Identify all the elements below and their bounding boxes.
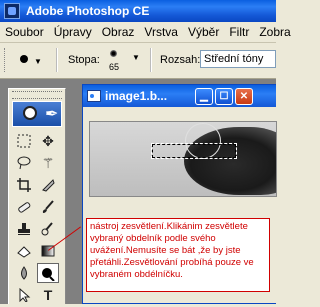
toolbox-grip[interactable]: [12, 91, 62, 99]
menu-item-vrstva[interactable]: Vrstva: [139, 25, 183, 39]
image-canvas[interactable]: [89, 121, 277, 197]
move-icon[interactable]: ✥: [37, 131, 59, 151]
blur-icon[interactable]: [13, 263, 35, 283]
slice-icon[interactable]: [37, 175, 59, 195]
crop-icon[interactable]: [13, 175, 35, 195]
path-select-icon[interactable]: [13, 285, 35, 305]
menu-item-zobrazeni[interactable]: Zobra: [254, 25, 295, 39]
brush-size-value: 65: [109, 62, 120, 72]
type-icon[interactable]: T: [37, 285, 59, 305]
menu-bar: Soubor Úpravy Obraz Vrstva Výběr Filtr Z…: [0, 22, 291, 43]
toolbox-panel: ✒ ✥ ⚚ T: [8, 88, 66, 304]
options-bar: ▼ Stopa: 65 ▼ Rozsah: Střední tóny: [0, 43, 276, 79]
selection-marquee: [151, 143, 237, 159]
chevron-down-icon: ▼: [34, 57, 42, 66]
brush-icon[interactable]: [37, 197, 59, 217]
marquee-icon[interactable]: [13, 131, 35, 151]
history-brush-icon[interactable]: [37, 219, 59, 239]
options-separator: [150, 48, 152, 72]
menu-item-upravy[interactable]: Úpravy: [49, 25, 97, 39]
brush-picker-chevron-icon[interactable]: ▼: [132, 53, 140, 62]
dodge-tool-preset-icon: [20, 55, 28, 63]
brush-label: Stopa:: [68, 54, 100, 66]
menu-item-soubor[interactable]: Soubor: [0, 25, 49, 39]
magic-wand-icon[interactable]: ⚚: [37, 153, 59, 173]
tool-preset-picker[interactable]: ▼: [16, 51, 46, 69]
toolbox-banner[interactable]: ✒: [12, 101, 62, 127]
menu-item-filtr[interactable]: Filtr: [224, 25, 254, 39]
options-grip[interactable]: [4, 48, 8, 72]
image-document-icon: [87, 90, 101, 102]
minimize-button[interactable]: ▁: [195, 88, 213, 105]
annotation-callout: nástroj zesvětlení.Klikánim zesvětlete v…: [86, 218, 270, 292]
lasso-icon[interactable]: [13, 153, 35, 173]
eraser-icon[interactable]: [13, 241, 35, 261]
range-label: Rozsah:: [160, 54, 201, 66]
range-select-value: Střední tóny: [204, 53, 264, 65]
range-select[interactable]: Střední tóny: [200, 50, 276, 68]
healing-icon[interactable]: [13, 197, 35, 217]
image-window-title-bar[interactable]: image1.b... ▁ ☐ ✕: [83, 85, 276, 107]
app-title-bar: Adobe Photoshop CE: [0, 0, 276, 22]
dodge-icon[interactable]: [37, 263, 59, 283]
feather-icon: ✒: [45, 106, 59, 123]
app-title: Adobe Photoshop CE: [26, 4, 150, 18]
image-window-title: image1.b...: [105, 89, 168, 103]
menu-item-vyber[interactable]: Výběr: [183, 25, 224, 39]
brush-preview-icon[interactable]: [108, 48, 120, 60]
stamp-icon[interactable]: [13, 219, 35, 239]
callout-text: nástroj zesvětlení.Klikánim zesvětlete v…: [90, 221, 254, 280]
eye-logo-icon: [23, 106, 37, 120]
photoshop-logo-icon: [4, 3, 20, 19]
close-button[interactable]: ✕: [235, 88, 253, 105]
menu-item-obraz[interactable]: Obraz: [97, 25, 140, 39]
options-separator: [56, 48, 58, 72]
maximize-button[interactable]: ☐: [215, 88, 233, 105]
